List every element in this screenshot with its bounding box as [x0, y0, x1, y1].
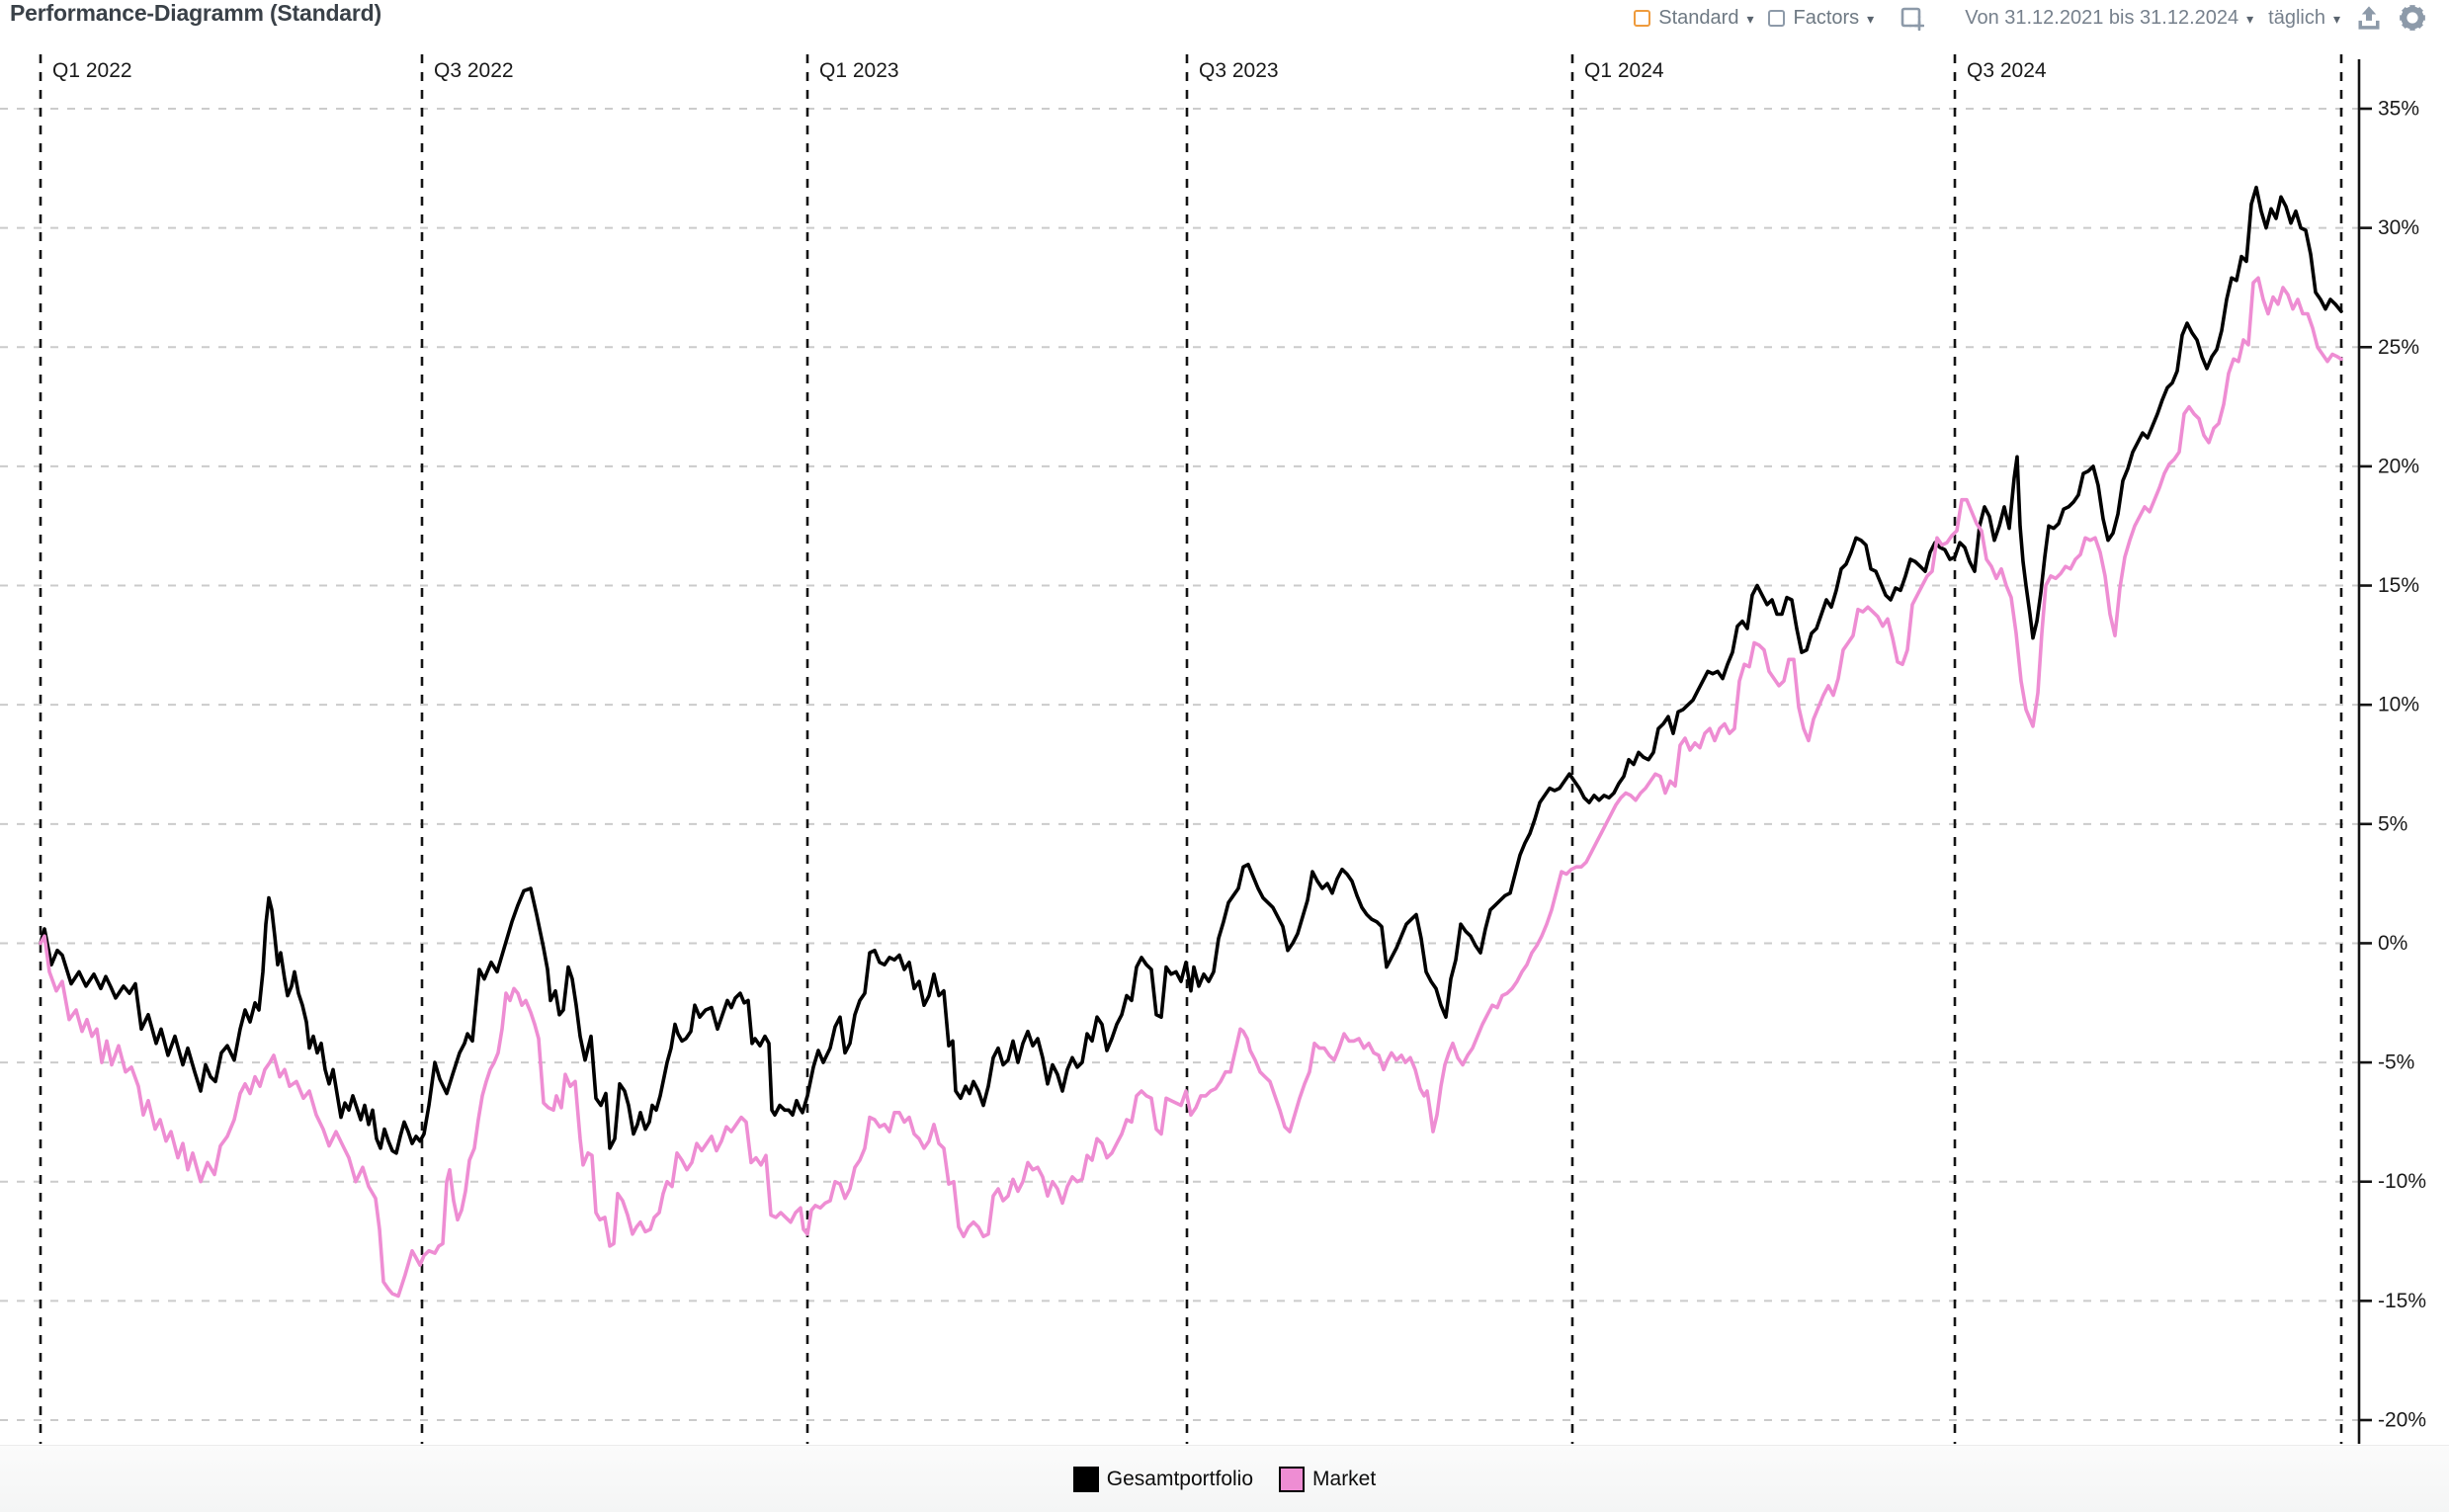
svg-text:Q3 2022: Q3 2022 — [434, 59, 514, 82]
legend-label: Market — [1312, 1468, 1376, 1491]
svg-text:20%: 20% — [2378, 455, 2419, 477]
performance-chart[interactable]: 35% 30% 25% 20% 15% 10% 5% 0% -5% -10% -15% -20% Q1 … — [0, 0, 2449, 1445]
svg-text:10%: 10% — [2378, 694, 2419, 716]
svg-text:15%: 15% — [2378, 574, 2419, 597]
svg-text:5%: 5% — [2378, 812, 2407, 835]
svg-text:-20%: -20% — [2378, 1409, 2426, 1432]
svg-text:0%: 0% — [2378, 932, 2407, 955]
svg-text:Q1 2022: Q1 2022 — [52, 59, 132, 82]
market-swatch-icon — [1279, 1467, 1305, 1492]
legend-item-market[interactable]: Market — [1279, 1467, 1376, 1492]
svg-text:-5%: -5% — [2378, 1051, 2414, 1074]
chart-legend: Gesamtportfolio Market — [0, 1445, 2449, 1512]
svg-text:-15%: -15% — [2378, 1290, 2426, 1312]
gesamtportfolio-swatch-icon — [1073, 1467, 1099, 1492]
svg-text:25%: 25% — [2378, 336, 2419, 359]
svg-text:30%: 30% — [2378, 216, 2419, 239]
svg-text:Q1 2024: Q1 2024 — [1584, 59, 1664, 82]
svg-text:Q3 2024: Q3 2024 — [1967, 59, 2047, 82]
svg-text:Q3 2023: Q3 2023 — [1199, 59, 1279, 82]
svg-text:Q1 2023: Q1 2023 — [819, 59, 899, 82]
svg-text:35%: 35% — [2378, 98, 2419, 121]
legend-item-gesamtportfolio[interactable]: Gesamtportfolio — [1073, 1467, 1253, 1492]
legend-label: Gesamtportfolio — [1107, 1468, 1253, 1491]
svg-text:-10%: -10% — [2378, 1170, 2426, 1193]
